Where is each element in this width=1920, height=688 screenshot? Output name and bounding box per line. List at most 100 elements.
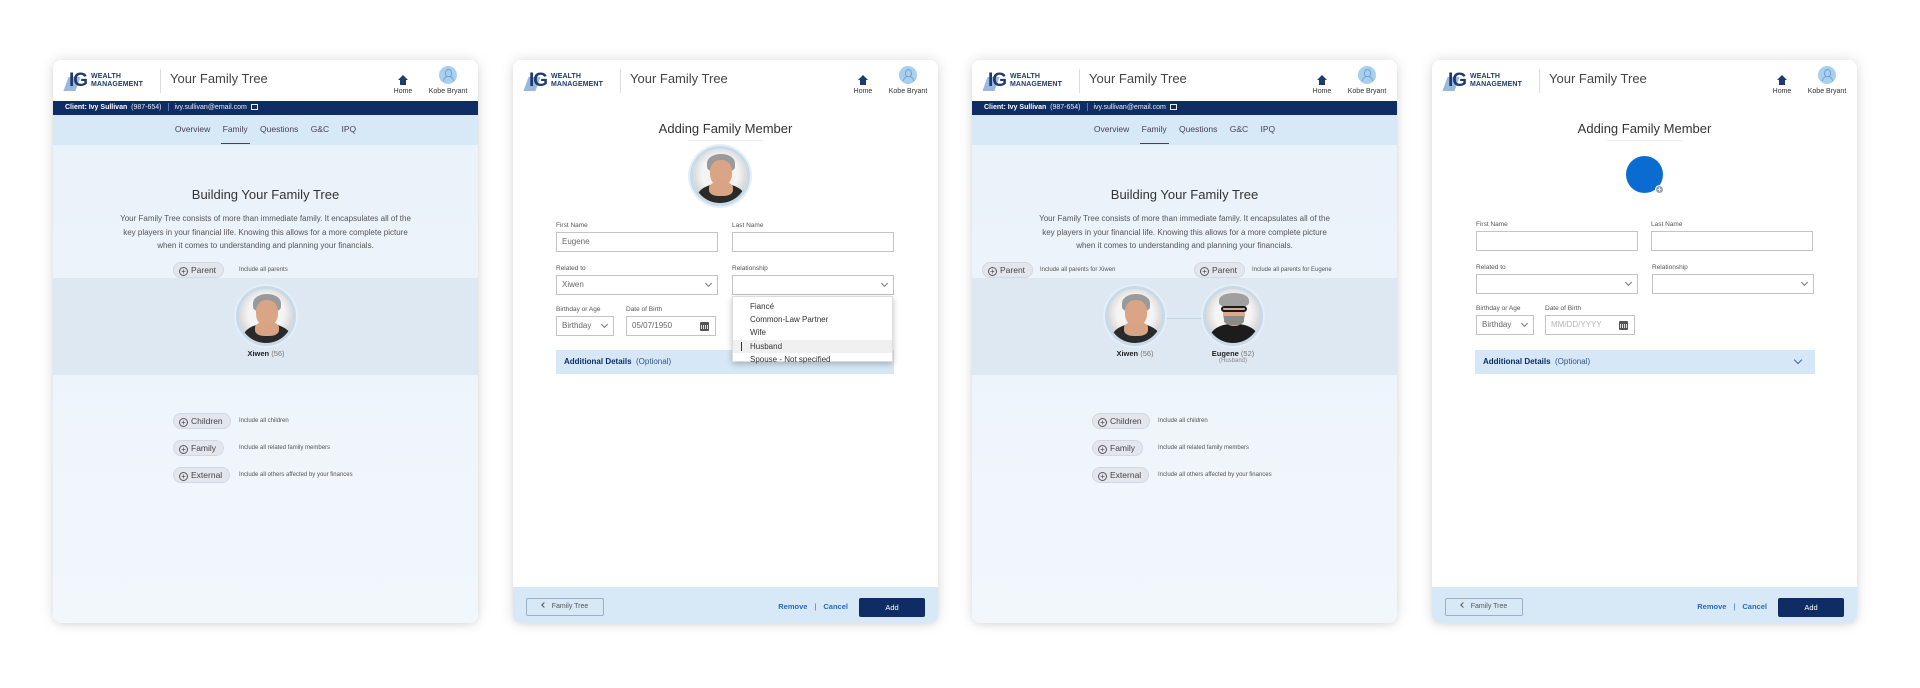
ig-wealth-logo[interactable]: IG WEALTH MANAGEMENT <box>1442 71 1532 91</box>
back-label: Family Tree <box>1470 603 1508 610</box>
tab-questions[interactable]: Questions <box>260 115 298 145</box>
home-label: Home <box>1772 88 1792 95</box>
add-parent-button[interactable]: + Parent <box>173 262 225 278</box>
add-button[interactable]: Add <box>859 598 925 617</box>
user-avatar-icon <box>1358 66 1376 84</box>
logo-text: WEALTH MANAGEMENT <box>91 73 143 88</box>
add-children-button[interactable]: + Children <box>1092 413 1150 429</box>
back-to-family-tree-button[interactable]: Family Tree <box>526 598 604 616</box>
add-children-label: Children <box>191 416 223 426</box>
relationship-select[interactable] <box>732 275 894 295</box>
home-button[interactable]: Home <box>1769 75 1795 95</box>
additional-details-toggle[interactable]: Additional Details (Optional) <box>1475 350 1815 374</box>
edit-icon[interactable] <box>250 104 258 111</box>
ig-wealth-logo[interactable]: IG WEALTH MANAGEMENT <box>982 71 1072 91</box>
tab-gc[interactable]: G&C <box>311 115 329 145</box>
option-wife[interactable]: Wife <box>733 326 892 339</box>
option-fiance[interactable]: Fiancé <box>733 300 892 313</box>
tab-ipq[interactable]: IPQ <box>342 115 357 145</box>
remove-link[interactable]: Remove <box>1697 602 1726 611</box>
app-title: Your Family Tree <box>1089 71 1187 86</box>
add-external-button[interactable]: + External <box>1092 467 1150 483</box>
tab-family[interactable]: Family <box>220 115 250 145</box>
ig-wealth-logo[interactable]: IG WEALTH MANAGEMENT <box>523 71 613 91</box>
calendar-icon[interactable] <box>1619 321 1628 330</box>
tab-questions[interactable]: Questions <box>1179 115 1217 145</box>
tab-overview[interactable]: Overview <box>175 115 210 145</box>
tab-overview[interactable]: Overview <box>1094 115 1129 145</box>
add-parent-label: Parent <box>1212 265 1238 275</box>
user-menu[interactable]: Kobe Bryant <box>1805 66 1849 95</box>
logo-text: WEALTH MANAGEMENT <box>551 73 603 88</box>
add-family-button[interactable]: + Family <box>1092 440 1144 456</box>
member-first-name: Xiwen <box>1116 349 1139 358</box>
member-card-xiwen[interactable]: Xiwen (56) <box>1090 286 1180 358</box>
add-external-button[interactable]: + External <box>173 467 231 483</box>
add-parent-eugene-button[interactable]: + Parent <box>1194 262 1246 278</box>
chevron-down-icon <box>600 320 609 329</box>
user-menu[interactable]: Kobe Bryant <box>1345 66 1389 95</box>
external-hint: Include all others affected by your fina… <box>239 472 353 478</box>
add-button[interactable]: Add <box>1778 598 1844 617</box>
add-parent-xiwen-button[interactable]: + Parent <box>982 262 1034 278</box>
add-children-button[interactable]: + Children <box>173 413 231 429</box>
logo-line-1: WEALTH <box>1010 73 1041 80</box>
remove-link[interactable]: Remove <box>778 602 807 611</box>
user-name: Kobe Bryant <box>1807 88 1847 95</box>
option-spouse-not-specified[interactable]: Spouse - Not specified <box>733 353 892 366</box>
cancel-link[interactable]: Cancel <box>823 602 848 611</box>
members-band: Xiwen (56) Eugene (52) (Husband) <box>972 278 1397 375</box>
logo-text: WEALTH MANAGEMENT <box>1010 73 1062 88</box>
add-family-button[interactable]: + Family <box>173 440 225 456</box>
dob-label: Date of Birth <box>626 306 663 313</box>
last-name-label: Last Name <box>732 222 764 229</box>
first-name-input[interactable] <box>1476 231 1638 251</box>
member-photo <box>1203 286 1263 346</box>
dob-input[interactable]: MM/DD/YYYY <box>1545 315 1635 335</box>
related-to-select[interactable]: Xiwen <box>556 275 718 295</box>
birthday-or-age-select[interactable]: Birthday <box>1476 315 1534 335</box>
cancel-link[interactable]: Cancel <box>1742 602 1767 611</box>
first-name-label: First Name <box>1476 221 1508 228</box>
ig-wealth-logo[interactable]: IG WEALTH MANAGEMENT <box>63 71 153 91</box>
user-menu[interactable]: Kobe Bryant <box>886 66 930 95</box>
member-card-eugene[interactable]: Eugene (52) (Husband) <box>1188 286 1278 364</box>
tab-gc[interactable]: G&C <box>1230 115 1248 145</box>
home-button[interactable]: Home <box>1309 75 1335 95</box>
app-title: Your Family Tree <box>630 71 728 86</box>
dob-input[interactable]: 05/07/1950 <box>626 316 716 336</box>
related-to-value: Xiwen <box>562 280 584 289</box>
plus-circle-icon: + <box>1098 472 1107 481</box>
member-name: Eugene (52) <box>1188 349 1278 358</box>
edit-icon[interactable] <box>1169 104 1177 111</box>
home-label: Home <box>393 88 413 95</box>
option-husband[interactable]: Husband <box>733 339 892 353</box>
home-button[interactable]: Home <box>390 75 416 95</box>
tab-family[interactable]: Family <box>1139 115 1169 145</box>
chevron-down-icon <box>1624 278 1633 287</box>
last-name-label: Last Name <box>1651 221 1683 228</box>
last-name-input[interactable] <box>732 232 894 252</box>
first-name-label: First Name <box>556 222 588 229</box>
member-card-xiwen[interactable]: Xiwen (56) <box>221 286 311 358</box>
user-menu[interactable]: Kobe Bryant <box>426 66 470 95</box>
relationship-select[interactable] <box>1652 274 1814 294</box>
birthday-or-age-select[interactable]: Birthday <box>556 316 614 336</box>
option-common-law-partner[interactable]: Common-Law Partner <box>733 313 892 326</box>
birthday-or-age-label: Birthday or Age <box>556 306 601 313</box>
divider <box>1086 103 1088 112</box>
calendar-icon[interactable] <box>700 322 709 331</box>
member-photo-upload[interactable] <box>690 146 750 206</box>
chevron-down-icon <box>1520 319 1529 328</box>
intro-text: Your Family Tree consists of more than i… <box>1039 214 1330 250</box>
chevron-left-icon <box>1459 602 1466 608</box>
photo-upload-button[interactable]: + <box>1626 156 1664 194</box>
related-to-select[interactable] <box>1476 274 1638 294</box>
back-to-family-tree-button[interactable]: Family Tree <box>1445 598 1523 616</box>
home-button[interactable]: Home <box>850 75 876 95</box>
tab-ipq[interactable]: IPQ <box>1261 115 1276 145</box>
first-name-input[interactable]: Eugene <box>556 232 718 252</box>
app-header: IG WEALTH MANAGEMENT Your Family Tree Hom… <box>972 60 1397 101</box>
logo-line-1: WEALTH <box>91 73 122 80</box>
last-name-input[interactable] <box>1651 231 1813 251</box>
